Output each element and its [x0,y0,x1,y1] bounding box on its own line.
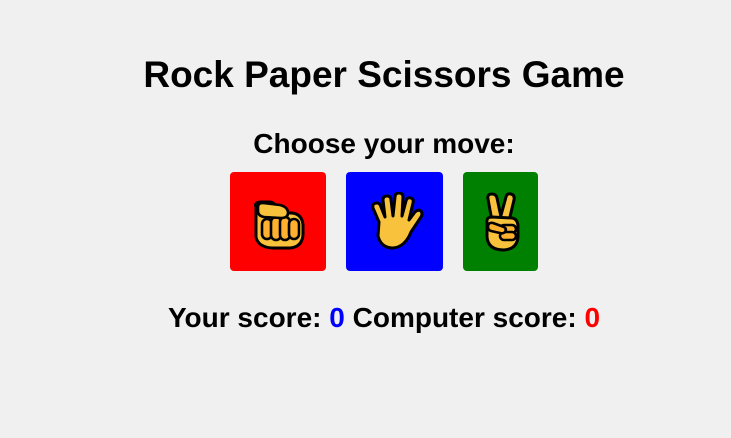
fist-icon [254,200,305,249]
computer-score-label: Computer score: [352,302,577,333]
victory-hand-icon [484,191,519,251]
raised-hand-icon [370,191,423,249]
score-board: Your score: 0 Computer score: 0 [0,300,731,336]
page-title: Rock Paper Scissors Game [143,54,625,95]
scissors-button[interactable] [463,172,538,271]
move-prompt: Choose your move: [253,128,515,159]
player-score-label: Your score: [167,302,322,333]
paper-button[interactable] [346,172,443,271]
player-score-value: 0 [329,302,345,333]
computer-score-value: 0 [584,302,601,333]
rock-button[interactable] [230,172,326,271]
